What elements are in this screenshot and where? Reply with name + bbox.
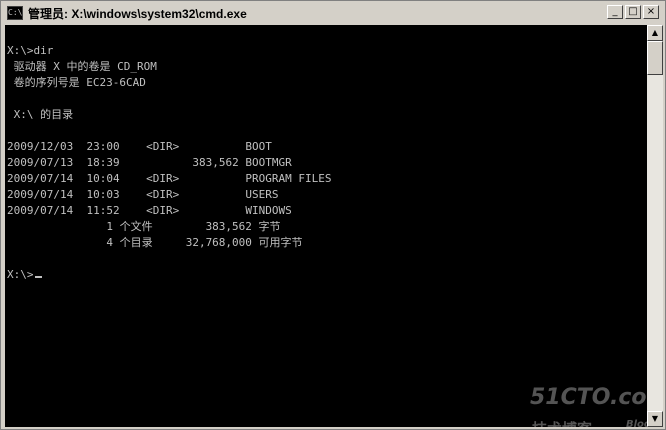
scroll-thumb[interactable] — [647, 41, 663, 75]
title-bar[interactable]: C:\ 管理员: X:\windows\system32\cmd.exe _ □… — [3, 3, 663, 23]
console-prompt-line[interactable]: X:\> — [7, 267, 332, 283]
console-line: X:\ 的目录 — [7, 108, 74, 121]
console-output-area[interactable]: X:\>dir 驱动器 X 中的卷是 CD_ROM 卷的序列号是 EC23-6C… — [5, 25, 647, 427]
watermark-blog: Blog — [626, 419, 647, 427]
console-line: 2009/12/03 23:00 <DIR> BOOT — [7, 140, 272, 153]
watermark: 51CTO.com 技术博客 Blog — [530, 385, 647, 427]
scroll-up-button[interactable]: ▲ — [647, 25, 663, 41]
console-line: 2009/07/14 10:04 <DIR> PROGRAM FILES — [7, 172, 332, 185]
window-title: 管理员: X:\windows\system32\cmd.exe — [28, 6, 247, 21]
scroll-down-button[interactable]: ▼ — [647, 411, 663, 427]
console-line: 4 个目录 32,768,000 可用字节 — [7, 236, 303, 249]
cmd-app-icon[interactable]: C:\ — [7, 6, 23, 20]
text-cursor — [34, 276, 42, 278]
vertical-scrollbar[interactable]: ▲ ▼ — [647, 25, 663, 427]
console-line: 2009/07/14 11:52 <DIR> WINDOWS — [7, 204, 292, 217]
minimize-button[interactable]: _ — [607, 5, 623, 19]
cmd-window: C:\ 管理员: X:\windows\system32\cmd.exe _ □… — [0, 0, 666, 430]
console-line: 2009/07/13 18:39 383,562 BOOTMGR — [7, 156, 292, 169]
watermark-subtitle: 技术博客 — [532, 418, 592, 427]
close-button[interactable]: × — [643, 5, 659, 19]
console-line: 1 个文件 383,562 字节 — [7, 220, 281, 233]
console-line: 2009/07/14 10:03 <DIR> USERS — [7, 188, 279, 201]
watermark-logo: 51CTO.com — [530, 385, 647, 410]
console-line: 卷的序列号是 EC23-6CAD — [7, 76, 146, 89]
console-line: 驱动器 X 中的卷是 CD_ROM — [7, 60, 157, 73]
console-prompt: X:\> — [7, 268, 34, 281]
console-line: X:\>dir — [7, 44, 54, 57]
window-controls: _ □ × — [607, 5, 659, 19]
maximize-button[interactable]: □ — [625, 5, 641, 19]
console-lines: X:\>dir 驱动器 X 中的卷是 CD_ROM 卷的序列号是 EC23-6C… — [7, 43, 332, 283]
